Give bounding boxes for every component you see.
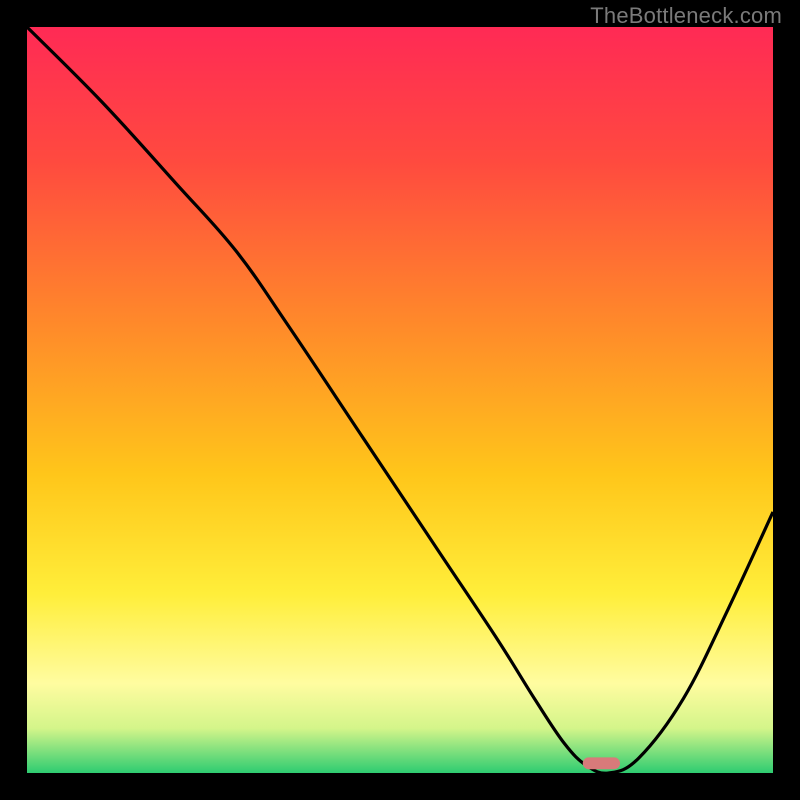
bottleneck-chart xyxy=(0,0,800,800)
optimal-marker xyxy=(583,757,620,769)
watermark-text: TheBottleneck.com xyxy=(590,3,782,29)
plot-background xyxy=(27,27,773,773)
